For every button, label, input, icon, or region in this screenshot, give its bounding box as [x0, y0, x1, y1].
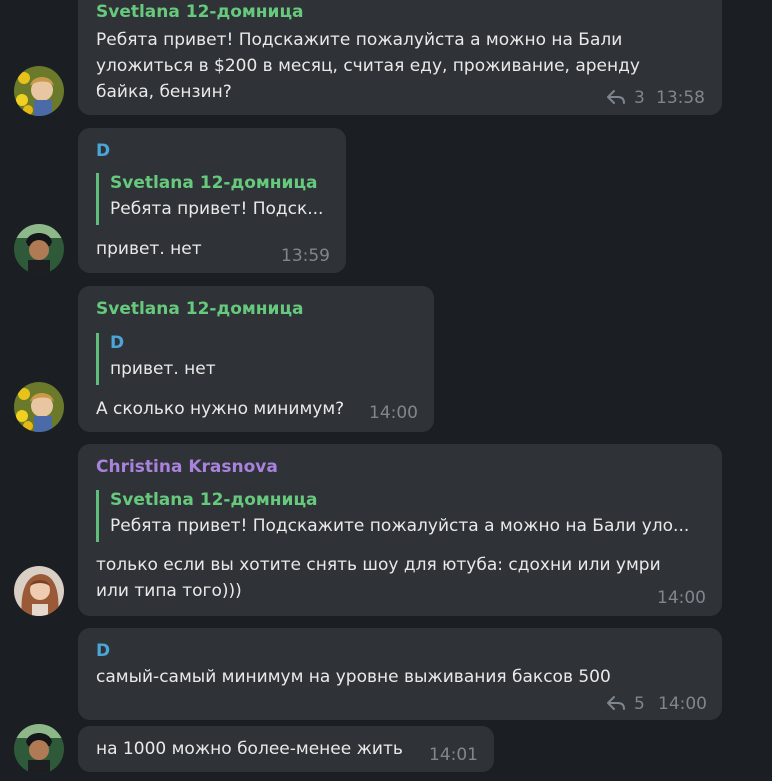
reply-quote[interactable]: Svetlana 12-домница Ребята привет! Подск…: [96, 490, 706, 542]
message-time: 14:01: [429, 745, 478, 765]
sender-name[interactable]: Svetlana 12-домница: [96, 2, 304, 22]
avatar-svetlana-icon[interactable]: [14, 66, 64, 116]
reply-quote[interactable]: D привет. нет: [96, 333, 416, 385]
reply-quote[interactable]: Svetlana 12-домница Ребята привет! Подск…: [96, 173, 336, 225]
quote-text: привет. нет: [110, 359, 216, 379]
message-text-line: байка, бензин?: [96, 82, 232, 102]
message-bubble[interactable]: D самый-самый минимум на уровне выживани…: [78, 628, 722, 720]
reply-count[interactable]: 5: [634, 694, 645, 714]
message-text-line: Ребята привет! Подскажите пожалуйста а м…: [96, 30, 623, 50]
quote-text: Ребята привет! Подскажите пожалуйста а м…: [110, 516, 690, 536]
message-time: 13:59: [281, 246, 330, 266]
message-bubble[interactable]: D Svetlana 12-домница Ребята привет! Под…: [78, 128, 346, 273]
quote-text: Ребята привет! Подск...: [110, 199, 324, 219]
message-time: 13:58: [656, 88, 705, 108]
message-text-line: только если вы хотите снять шоу для ютуб…: [96, 555, 661, 575]
quote-sender-name: Svetlana 12-домница: [110, 490, 318, 510]
message-time: 14:00: [369, 403, 418, 423]
sender-name[interactable]: D: [96, 641, 110, 661]
message-text-line: уложиться в $200 в месяц, считая еду, пр…: [96, 56, 640, 76]
message-text-line: привет. нет: [96, 239, 202, 259]
message-time: 14:00: [658, 694, 707, 714]
message-bubble[interactable]: на 1000 можно более-менее жить 14:01: [78, 726, 494, 772]
message-time: 14:00: [657, 588, 706, 608]
message-text-line: на 1000 можно более-менее жить: [96, 739, 403, 759]
avatar-d-icon[interactable]: [14, 224, 64, 274]
reply-arrow-icon[interactable]: [606, 695, 626, 711]
message-text-line: самый-самый минимум на уровне выживания …: [96, 667, 611, 687]
avatar-svetlana-icon[interactable]: [14, 382, 64, 432]
message-text-line: А сколько нужно минимум?: [96, 399, 345, 419]
quote-sender-name: Svetlana 12-домница: [110, 173, 318, 193]
sender-name[interactable]: Svetlana 12-домница: [96, 299, 304, 319]
avatar-d-icon[interactable]: [14, 724, 64, 774]
message-text-line: или типа того))): [96, 581, 242, 601]
sender-name[interactable]: Christina Krasnova: [96, 457, 278, 477]
quote-sender-name: D: [110, 333, 125, 353]
avatar-christina-icon[interactable]: [14, 566, 64, 616]
sender-name[interactable]: D: [96, 141, 110, 161]
message-bubble[interactable]: Svetlana 12-домница Ребята привет! Подск…: [78, 0, 722, 115]
reply-count[interactable]: 3: [634, 88, 645, 108]
reply-arrow-icon[interactable]: [606, 89, 626, 105]
message-bubble[interactable]: Christina Krasnova Svetlana 12-домница Р…: [78, 444, 722, 616]
message-bubble[interactable]: Svetlana 12-домница D привет. нет А скол…: [78, 286, 434, 432]
